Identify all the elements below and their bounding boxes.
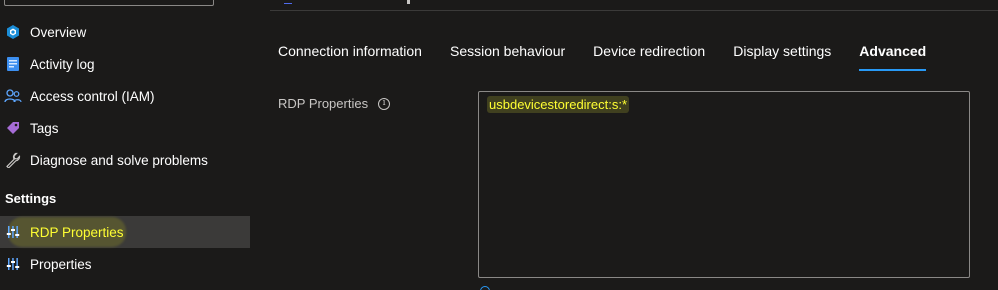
sidebar-item-activity-log[interactable]: Activity log [0, 48, 250, 80]
sidebar-item-label: RDP Properties [30, 224, 124, 240]
azure-portal-frame: Overview Activity log Access control (IA… [0, 0, 998, 290]
rdp-properties-label-row: RDP Properties i [278, 96, 391, 111]
info-icon[interactable]: i [378, 97, 391, 110]
rdp-properties-value: usbdevicestoredirect:s:* [487, 96, 630, 113]
main-pane: Connection information Session behaviour… [250, 0, 998, 290]
sidebar-item-diagnose[interactable]: Diagnose and solve problems [0, 144, 250, 176]
sidebar-item-properties[interactable]: Properties [0, 248, 250, 280]
sidebar-item-label: Overview [30, 24, 87, 40]
bottom-circle-icon [480, 286, 490, 290]
sliders-icon [4, 255, 22, 273]
header-icon [284, 0, 292, 4]
sidebar-item-tags[interactable]: Tags [0, 112, 250, 144]
sidebar: Overview Activity log Access control (IA… [0, 0, 250, 290]
header-divider [407, 0, 410, 4]
sidebar-item-label: Activity log [30, 56, 95, 72]
header-strip [270, 0, 998, 11]
rdp-properties-textarea[interactable]: usbdevicestoredirect:s:* [478, 91, 970, 278]
sidebar-item-access-control[interactable]: Access control (IAM) [0, 80, 250, 112]
wrench-icon [4, 151, 22, 169]
activity-log-icon [4, 55, 22, 73]
people-icon [4, 87, 22, 105]
sidebar-item-label: Tags [30, 120, 59, 136]
tab-display-settings[interactable]: Display settings [733, 43, 831, 71]
sidebar-item-rdp-properties[interactable]: RDP Properties [0, 216, 250, 248]
tab-advanced[interactable]: Advanced [859, 43, 926, 71]
sidebar-item-label: Access control (IAM) [30, 88, 155, 104]
sidebar-search-input[interactable] [4, 0, 214, 6]
overview-icon [4, 23, 22, 41]
rdp-properties-label: RDP Properties [278, 96, 369, 111]
sidebar-item-overview[interactable]: Overview [0, 16, 250, 48]
tab-bar: Connection information Session behaviour… [278, 43, 954, 71]
tab-session-behaviour[interactable]: Session behaviour [450, 43, 565, 71]
sidebar-item-label: Diagnose and solve problems [30, 152, 208, 168]
sidebar-item-label: Properties [30, 256, 92, 272]
tab-connection-information[interactable]: Connection information [278, 43, 422, 71]
settings-section-header: Settings [5, 191, 57, 206]
tab-device-redirection[interactable]: Device redirection [593, 43, 705, 71]
sliders-icon [4, 223, 22, 241]
tag-icon [4, 119, 22, 137]
